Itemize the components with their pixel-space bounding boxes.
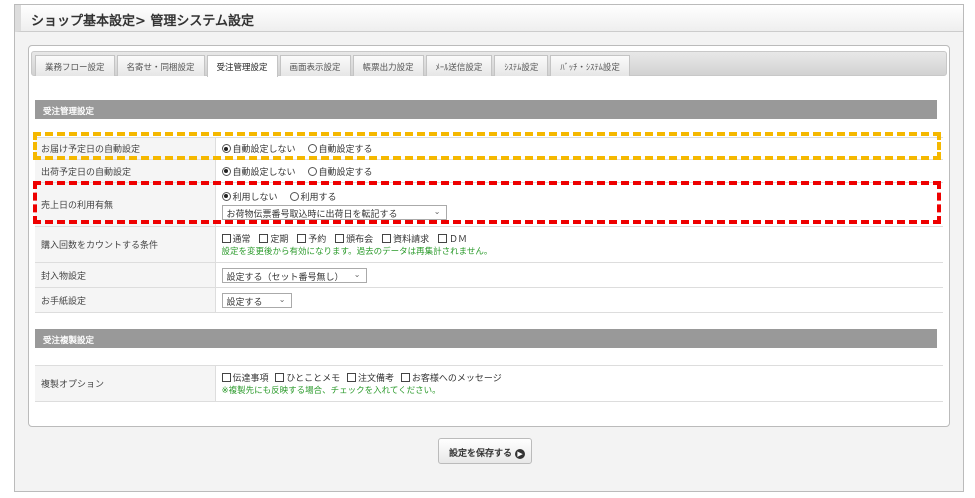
arrow-right-icon: ▶ [515,449,526,459]
check-notes[interactable]: 伝達事項 [221,373,269,384]
tab-merge[interactable]: 名寄せ・同梱設定 [116,55,205,76]
row-duplicate-options: 複製オプション 伝達事項 ひとことメモ 注文備考 お客様へのメッセージ ※複製先… [35,365,943,402]
check-order-remarks[interactable]: 注文備考 [347,373,394,384]
enclosure-select[interactable]: 設定する（セット番号無し） ⌄ [221,267,367,283]
check-subscription[interactable]: 定期 [259,234,288,245]
label: 複製オプション [35,365,216,402]
purchase-count-note: 設定を変更後から有効になります。過去のデータは再集計されません。 [221,247,493,257]
check-normal[interactable]: 通常 [221,234,251,245]
label: 売上日の利用有無 [35,182,216,227]
tab-bar: 業務フロー設定 名寄せ・同梱設定 受注管理設定 画面表示設定 帳票出力設定 ﾒｰ… [31,51,947,77]
row-ship-date: 出荷予定日の自動設定 自動設定しない 自動設定する [35,159,943,183]
main-frame: ショップ基本設定> 管理システム設定 業務フロー設定 名寄せ・同梱設定 受注管理… [14,4,964,492]
label: お届け予定日の自動設定 [35,137,216,160]
radio-no-auto[interactable]: 自動設定しない [221,144,296,155]
tab-system[interactable]: ｼｽﾃﾑ設定 [494,55,549,76]
tab-workflow[interactable]: 業務フロー設定 [35,55,115,76]
section-header-order: 受注管理設定 [35,100,937,119]
check-reservation[interactable]: 予約 [297,234,326,245]
label: 封入物設定 [35,262,216,288]
label: お手紙設定 [35,287,216,313]
label: 購入回数をカウントする条件 [35,226,216,263]
tab-display[interactable]: 画面表示設定 [279,55,351,76]
tab-mail[interactable]: ﾒｰﾙ送信設定 [425,55,493,76]
title-bar: ショップ基本設定> 管理システム設定 [15,5,963,32]
radio-auto[interactable]: 自動設定する [307,166,373,178]
chevron-down-icon: ⌄ [278,294,286,304]
sales-date-select[interactable]: お荷物伝票番号取込時に出荷日を転記する ⌄ [221,204,447,220]
row-letter: お手紙設定 設定する ⌄ [35,287,943,313]
row-delivery-date: お届け予定日の自動設定 自動設定しない 自動設定する [35,137,943,160]
row-purchase-count: 購入回数をカウントする条件 通常 定期 予約 頒布会 資料請求 ＤＭ 設定を変更… [35,226,943,263]
row-sales-date: 売上日の利用有無 利用しない 利用する お荷物伝票番号取込時に出荷日を転記する ⌄ [35,182,943,227]
check-memo[interactable]: ひとことメモ [275,373,340,384]
chevron-down-icon: ⌄ [353,269,361,279]
radio-not-use[interactable]: 利用しない [221,191,278,203]
row-enclosure: 封入物設定 設定する（セット番号無し） ⌄ [35,262,943,288]
page-title: ショップ基本設定> 管理システム設定 [31,14,255,29]
radio-no-auto[interactable]: 自動設定しない [221,166,296,178]
order-settings-table: お届け予定日の自動設定 自動設定しない 自動設定する 出荷予定日の自動設定 自動設… [35,137,943,313]
check-catalog-request[interactable]: 資料請求 [382,234,429,245]
letter-select[interactable]: 設定する ⌄ [221,292,292,308]
tab-forms[interactable]: 帳票出力設定 [352,55,424,76]
radio-auto[interactable]: 自動設定する [307,144,373,155]
radio-use[interactable]: 利用する [289,191,337,203]
tab-order-management[interactable]: 受注管理設定 [206,55,278,77]
save-button[interactable]: 設定を保存する ▶ [438,438,532,464]
check-dm[interactable]: ＤＭ [437,234,467,245]
tab-batch[interactable]: ﾊﾞｯﾁ・ｼｽﾃﾑ設定 [550,55,630,76]
duplicate-note: ※複製先にも反映する場合、チェックを入れてください。 [221,386,441,396]
settings-panel: 業務フロー設定 名寄せ・同梱設定 受注管理設定 画面表示設定 帳票出力設定 ﾒｰ… [28,45,950,427]
duplicate-settings-table: 複製オプション 伝達事項 ひとことメモ 注文備考 お客様へのメッセージ ※複製先… [35,365,943,402]
check-distribution[interactable]: 頒布会 [335,234,373,245]
section-header-duplicate: 受注複製設定 [35,329,937,348]
label: 出荷予定日の自動設定 [35,159,216,183]
check-customer-message[interactable]: お客様へのメッセージ [400,373,502,384]
chevron-down-icon: ⌄ [433,206,441,216]
